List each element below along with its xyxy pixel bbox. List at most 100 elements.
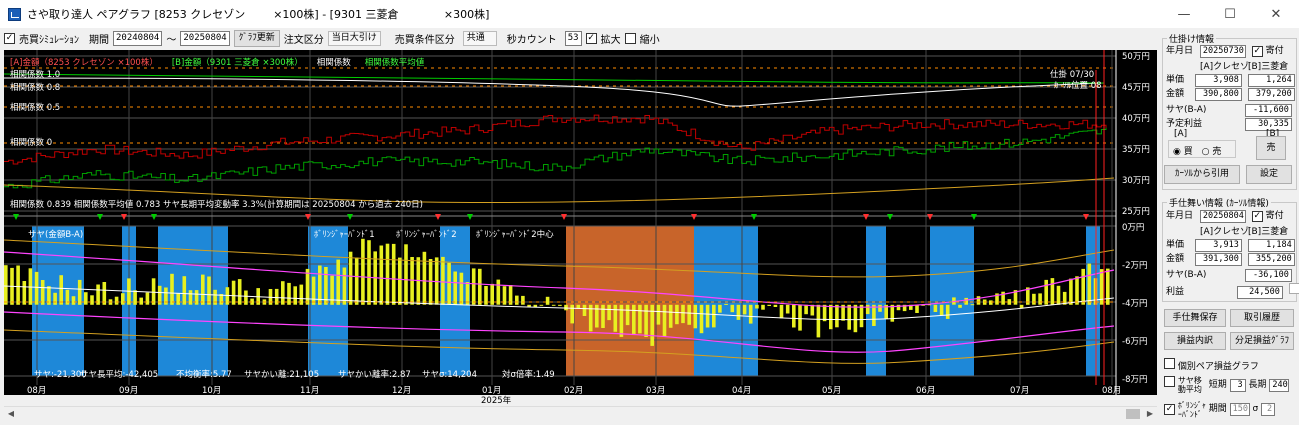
spread-bar-2 [16, 265, 20, 305]
order-value[interactable]: 当日大引け [327, 30, 381, 46]
cond-value[interactable]: 共通 [462, 30, 497, 46]
spread-bar-23 [145, 292, 150, 305]
stat-sigma-ratio: 対σ倍率:1.49 [502, 370, 555, 380]
settings-button[interactable]: 設定 [1246, 165, 1292, 184]
close-date-label: 年月日 [1166, 211, 1194, 221]
spread-bar-158 [976, 296, 981, 305]
spread-bar-135 [835, 304, 839, 328]
spread-bar-99 [613, 304, 618, 332]
cursor-cite-button[interactable]: ｶｰｿﾙから引用 [1164, 165, 1240, 184]
spread-bar-121 [748, 304, 753, 324]
long-value[interactable]: 240 [1269, 379, 1290, 392]
sell-radio-icon[interactable]: ○ [1202, 147, 1210, 157]
spread-bar-131 [810, 304, 815, 316]
short-value[interactable]: 3 [1229, 379, 1246, 392]
spread-bar-3 [22, 281, 27, 305]
maximize-button[interactable]: ☐ [1207, 0, 1253, 28]
legend-corr: 相関係数 [316, 58, 351, 68]
spread-bar-13 [84, 292, 88, 305]
sma-label: サヤ移動平均 [1177, 376, 1202, 394]
title-bar: さや取り達人 ペアグラフ [8253 クレセゾン ×100株] - [9301 … [0, 0, 1299, 28]
spread-bar-45 [281, 281, 285, 305]
spread-bar-80 [496, 279, 501, 305]
scroll-left-icon[interactable]: ◀ [4, 408, 18, 420]
spread-bar-79 [490, 283, 494, 305]
signal-arrow-5 [347, 214, 353, 220]
corr-label-05: 相関係数 0.5 [10, 103, 61, 113]
signal-arrow-15 [1083, 214, 1089, 220]
legend-a: [A]金額（8253 クレセゾン ×100株） [10, 58, 158, 68]
zoom-out-checkbox[interactable] [624, 32, 636, 44]
spread-bar-118 [730, 304, 735, 313]
pnl-breakdown-button[interactable]: 損益内訳 [1164, 332, 1226, 350]
sma-checkbox[interactable] [1164, 376, 1175, 387]
spread-bar-176 [1087, 263, 1092, 305]
right-axis-m2: -2万円 [1122, 261, 1148, 271]
graph-update-button[interactable]: ｸﾞﾗﾌ更新 [233, 29, 280, 47]
spread-bar-72 [447, 262, 451, 305]
boll-period-label: 期間 [1208, 404, 1227, 414]
spread-bar-107 [662, 304, 667, 337]
spread-bar-171 [1056, 285, 1061, 305]
spread-bar-66 [410, 257, 414, 305]
spread-bar-46 [287, 282, 291, 305]
month-label-8: 04月 [732, 386, 752, 396]
close-yori-checkbox[interactable]: ✓ [1251, 211, 1263, 222]
spread-bar-65 [404, 244, 408, 305]
month-label-9: 05月 [822, 386, 842, 396]
pair-chart[interactable]: [A]金額（8253 クレセゾン ×100株） [B]金額（9301 三菱倉 ×… [4, 50, 1157, 406]
scroll-thumb[interactable] [1126, 409, 1140, 419]
signal-arrow-0 [13, 214, 19, 220]
chart-canvas[interactable] [4, 50, 1157, 395]
month-label-2: 10月 [202, 386, 222, 396]
close-amount-label: 金額 [1166, 254, 1185, 264]
spread-bar-175 [1081, 268, 1085, 305]
spread-bar-138 [853, 304, 858, 333]
spread-bar-98 [607, 304, 611, 321]
spread-bar-122 [755, 304, 759, 309]
spread-bar-117 [724, 303, 728, 305]
date-from-input[interactable]: 20240804 [113, 30, 163, 46]
month-label-1: 09月 [119, 386, 139, 396]
spread-bar-9 [59, 275, 63, 305]
minute-pnl-graph-button[interactable]: 分足損益ｸﾞﾗﾌ [1230, 332, 1294, 350]
date-to-input[interactable]: 20250804 [180, 30, 230, 46]
month-label-3: 11月 [300, 386, 320, 396]
minimize-button[interactable]: — [1161, 0, 1207, 28]
save-close-button[interactable]: 手仕舞保存 [1164, 309, 1226, 327]
boll-checkbox[interactable]: ✓ [1164, 404, 1175, 415]
spread-bar-148 [915, 304, 919, 313]
spread-bar-12 [77, 279, 82, 305]
spread-bar-83 [515, 295, 519, 305]
buy-radio-icon[interactable]: ◉ [1173, 147, 1181, 157]
close-amount-row: 金額 391,300 355,200 [1166, 251, 1295, 266]
sim-checkbox[interactable]: ✓ [4, 32, 15, 44]
shikake-yori-checkbox[interactable]: ✓ [1251, 46, 1263, 57]
blue-zone-0 [32, 226, 84, 376]
spread-bar-18 [114, 296, 119, 305]
month-label-0: 08月 [27, 386, 47, 396]
trade-history-button[interactable]: 取引履歴 [1230, 309, 1294, 327]
pair-graph-checkbox[interactable] [1164, 358, 1175, 369]
spread-bar-163 [1007, 299, 1012, 305]
zoom-in-checkbox[interactable]: ✓ [585, 32, 597, 44]
sigma-value[interactable]: 2 [1261, 403, 1276, 416]
spread-bar-101 [625, 304, 630, 326]
signal-arrow-12 [887, 214, 893, 220]
horizontal-scrollbar[interactable]: ◀ ▶ [4, 406, 1157, 420]
spread-bar-151 [933, 304, 938, 312]
boll-period-value[interactable]: 150 [1229, 403, 1250, 416]
spread-bar-139 [859, 304, 864, 328]
close-date-input[interactable]: 20250804 [1199, 210, 1246, 223]
scroll-right-icon[interactable]: ▶ [1143, 408, 1157, 420]
spread-bar-123 [761, 304, 765, 310]
shikake-date-input[interactable]: 20250730 [1199, 45, 1246, 58]
spread-bar-53 [330, 275, 334, 305]
col-b-header: [B]三菱倉 [1248, 62, 1289, 72]
signal-arrow-7 [467, 214, 473, 220]
a-side-label: [A] [1174, 129, 1188, 139]
kehai-checkbox[interactable] [1288, 283, 1299, 294]
close-button[interactable]: ✕ [1253, 0, 1299, 28]
spread-bar-119 [736, 304, 741, 320]
b-sell-button[interactable]: 売 [1256, 136, 1286, 160]
